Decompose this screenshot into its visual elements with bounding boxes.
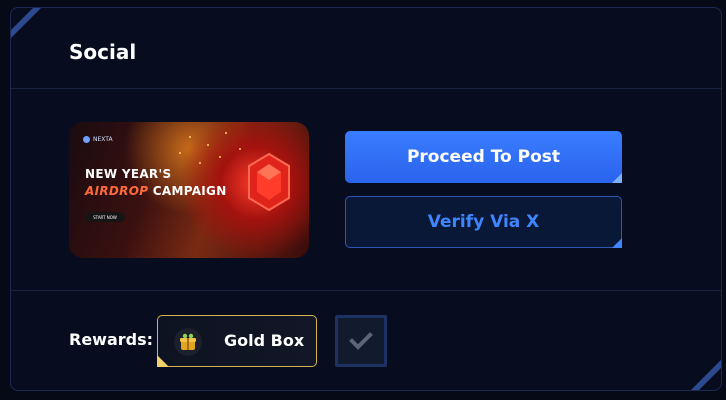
banner-cta-pill: START NOW xyxy=(85,212,125,222)
brand-name: NEXTA xyxy=(93,136,113,143)
banner-headline-line2: AIRDROP CAMPAIGN xyxy=(85,184,227,198)
firework-spark xyxy=(239,148,241,150)
corner-accent-inner xyxy=(699,368,721,390)
social-task-card: Social NEXTA NEW YEAR'S AIRDROP CAMPAIGN… xyxy=(10,7,722,391)
verify-via-x-label: Verify Via X xyxy=(427,212,540,232)
firework-spark xyxy=(207,144,209,146)
firework-spark xyxy=(189,136,191,138)
proceed-to-post-label: Proceed To Post xyxy=(406,147,561,167)
divider xyxy=(11,88,721,89)
divider xyxy=(11,290,721,291)
banner-headline-accent: AIRDROP xyxy=(85,184,149,198)
button-corner-accent xyxy=(612,238,622,248)
banner-headline-rest: CAMPAIGN xyxy=(148,184,227,198)
completion-checkbox[interactable] xyxy=(335,315,387,367)
checkmark-icon xyxy=(349,332,373,350)
brand-logo-icon xyxy=(83,136,90,143)
gold-box-icon xyxy=(174,328,202,356)
red-gem-icon xyxy=(248,152,290,212)
reward-item-gold-box: Gold Box xyxy=(157,315,317,367)
proceed-to-post-button[interactable]: Proceed To Post xyxy=(345,131,622,183)
brand-logo: NEXTA xyxy=(83,136,113,143)
verify-via-x-button[interactable]: Verify Via X xyxy=(345,196,622,248)
banner-headline-line1: NEW YEAR'S xyxy=(85,167,172,181)
gold-box-icon-graphic xyxy=(180,333,196,350)
section-title: Social xyxy=(69,40,137,64)
button-corner-accent xyxy=(612,173,622,183)
reward-item-name: Gold Box xyxy=(224,331,305,350)
campaign-banner-image[interactable]: NEXTA NEW YEAR'S AIRDROP CAMPAIGN START … xyxy=(69,122,309,258)
corner-accent-inner xyxy=(11,8,33,30)
firework-spark xyxy=(225,132,227,134)
firework-spark xyxy=(179,152,181,154)
reward-corner-accent xyxy=(157,355,169,367)
firework-spark xyxy=(219,156,221,158)
firework-spark xyxy=(199,162,201,164)
rewards-label: Rewards: xyxy=(69,330,154,349)
